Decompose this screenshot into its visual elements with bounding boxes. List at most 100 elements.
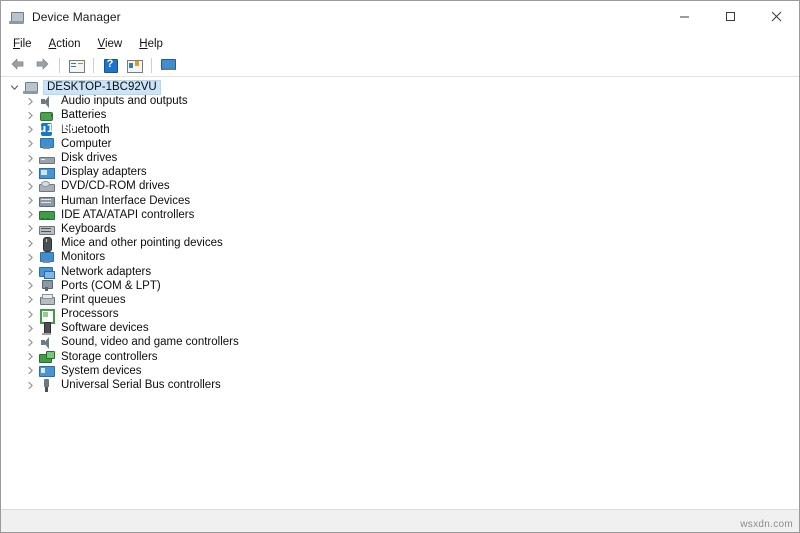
tree-item[interactable]: Disk drives (1, 151, 799, 165)
tree-item[interactable]: Ports (COM & LPT) (1, 279, 799, 293)
chevron-right-icon[interactable] (23, 111, 38, 120)
menu-bar: File Action View Help (1, 33, 799, 54)
tree-item-label: Monitors (61, 251, 106, 264)
chevron-right-icon[interactable] (23, 324, 38, 333)
tree-item[interactable]: Keyboards (1, 222, 799, 236)
chevron-right-icon[interactable] (23, 196, 38, 205)
chevron-right-icon[interactable] (23, 295, 38, 304)
chevron-right-icon[interactable] (23, 352, 38, 361)
monitor-icon (38, 137, 54, 151)
tree-item[interactable]: Display adapters (1, 165, 799, 179)
tree-item-label: Ports (COM & LPT) (61, 279, 161, 292)
chevron-down-icon[interactable] (7, 83, 22, 92)
menu-action-label: ction (56, 37, 81, 50)
back-button[interactable] (7, 55, 29, 75)
chevron-right-icon[interactable] (23, 210, 38, 219)
tree-root-node[interactable]: DESKTOP-1BC92VU (1, 79, 799, 95)
dvd-drive-icon (38, 179, 55, 193)
menu-view[interactable]: View (95, 36, 132, 52)
chevron-right-icon[interactable] (23, 310, 38, 319)
menu-help[interactable]: Help (136, 36, 172, 52)
scan-hardware-changes-icon (126, 57, 143, 73)
tree-item[interactable]: Mice and other pointing devices (1, 236, 799, 252)
toolbar-separator-2 (93, 57, 94, 73)
toolbar-separator-1 (59, 57, 60, 73)
network-adapter-icon (38, 265, 55, 280)
device-tree: DESKTOP-1BC92VU Audio inputs and outputs… (1, 79, 799, 392)
display-adapter-icon (38, 165, 55, 179)
device-tree-panel[interactable]: DESKTOP-1BC92VU Audio inputs and outputs… (1, 77, 799, 509)
speaker-icon (38, 94, 54, 108)
chevron-right-icon[interactable] (23, 267, 38, 276)
tree-item[interactable]: Sound, video and game controllers (1, 335, 799, 349)
chevron-right-icon[interactable] (23, 338, 38, 347)
tree-item[interactable]: Software devices (1, 321, 799, 335)
tree-item-label: IDE ATA/ATAPI controllers (61, 208, 195, 221)
tree-item[interactable]: Storage controllers (1, 350, 799, 364)
tree-item[interactable]: Batteries (1, 108, 799, 122)
tree-item[interactable]: Bluetooth (1, 122, 799, 137)
chevron-right-icon[interactable] (23, 224, 38, 233)
tree-item-label: Processors (61, 308, 119, 321)
chevron-right-icon[interactable] (23, 281, 38, 290)
menu-help-label: elp (147, 37, 163, 50)
tree-item[interactable]: Monitors (1, 250, 799, 264)
tree-item-label: Display adapters (61, 166, 147, 179)
chevron-right-icon[interactable] (23, 253, 38, 262)
tree-item-label: Keyboards (61, 222, 116, 235)
show-hide-console-tree-button[interactable] (157, 55, 179, 75)
chevron-right-icon[interactable] (23, 125, 38, 134)
speaker-icon (38, 335, 54, 349)
close-button[interactable] (753, 1, 799, 32)
tree-item-label: Mice and other pointing devices (61, 237, 223, 250)
scan-hardware-changes-button[interactable] (123, 55, 145, 75)
tree-item[interactable]: Processors (1, 307, 799, 324)
computer-icon (9, 9, 25, 25)
tree-item[interactable]: DVD/CD-ROM drives (1, 179, 799, 193)
tree-item-label: Print queues (61, 293, 126, 306)
tree-item[interactable]: Computer (1, 137, 799, 151)
chevron-right-icon[interactable] (23, 139, 38, 148)
chevron-right-icon[interactable] (23, 239, 38, 248)
keyboard-icon (38, 222, 55, 236)
usb-controller-icon (38, 378, 54, 392)
tree-item[interactable]: Universal Serial Bus controllers (1, 378, 799, 392)
chevron-right-icon[interactable] (23, 381, 38, 390)
tree-item[interactable]: System devices (1, 364, 799, 378)
monitor-icon (38, 250, 54, 264)
chevron-right-icon[interactable] (23, 366, 38, 375)
toolbar-separator-3 (151, 57, 152, 73)
minimize-button[interactable] (661, 1, 707, 32)
chevron-right-icon[interactable] (23, 168, 38, 177)
storage-controller-icon (38, 350, 55, 364)
system-device-icon (38, 364, 55, 378)
root-node-label: DESKTOP-1BC92VU (43, 79, 161, 95)
disk-drive-icon (38, 151, 55, 165)
menu-file-label: ile (20, 37, 32, 50)
chevron-right-icon[interactable] (23, 154, 38, 163)
port-icon (38, 279, 54, 293)
software-device-icon (38, 321, 54, 335)
tree-item-label: Universal Serial Bus controllers (61, 379, 221, 392)
tree-item[interactable]: Audio inputs and outputs (1, 94, 799, 108)
forward-button[interactable] (31, 55, 53, 75)
maximize-button[interactable] (707, 1, 753, 32)
tree-item[interactable]: Print queues (1, 293, 799, 307)
printer-icon (38, 293, 55, 307)
chevron-right-icon[interactable] (23, 97, 38, 106)
properties-button[interactable] (65, 55, 87, 75)
tree-item[interactable]: Human Interface Devices (1, 194, 799, 208)
help-icon (102, 57, 118, 73)
chevron-right-icon[interactable] (23, 182, 38, 191)
tree-item[interactable]: IDE ATA/ATAPI controllers (1, 208, 799, 222)
status-bar: wsxdn.com (1, 509, 799, 532)
help-button[interactable] (99, 55, 121, 75)
bluetooth-icon (38, 122, 54, 137)
forward-arrow-icon (34, 57, 50, 73)
hid-icon (38, 194, 55, 208)
menu-action[interactable]: Action (46, 36, 90, 52)
tree-item[interactable]: Network adapters (1, 264, 799, 280)
menu-file[interactable]: File (10, 36, 41, 52)
monitor-icon (160, 57, 176, 73)
tree-item-label: Batteries (61, 109, 107, 122)
